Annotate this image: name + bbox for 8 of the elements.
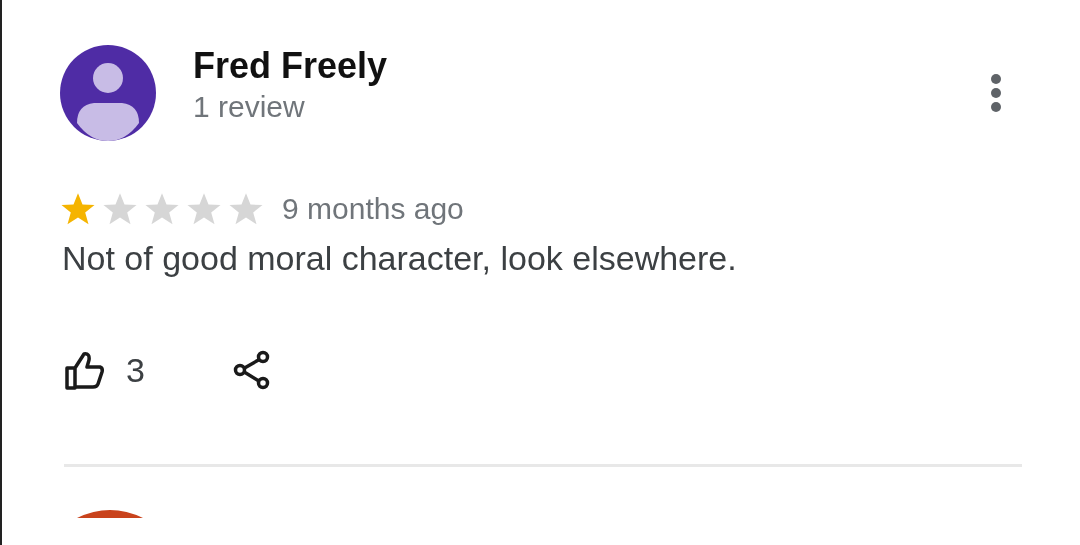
review-text: Not of good moral character, look elsewhere. (62, 239, 738, 278)
author-name[interactable]: Fred Freely (193, 44, 388, 88)
thumbs-up-icon[interactable] (64, 350, 104, 390)
author-review-count: 1 review (193, 89, 306, 125)
more-options-icon[interactable] (990, 73, 1002, 113)
like-count: 3 (126, 350, 145, 390)
review-time: 9 months ago (282, 192, 464, 226)
share-icon[interactable] (231, 350, 272, 390)
